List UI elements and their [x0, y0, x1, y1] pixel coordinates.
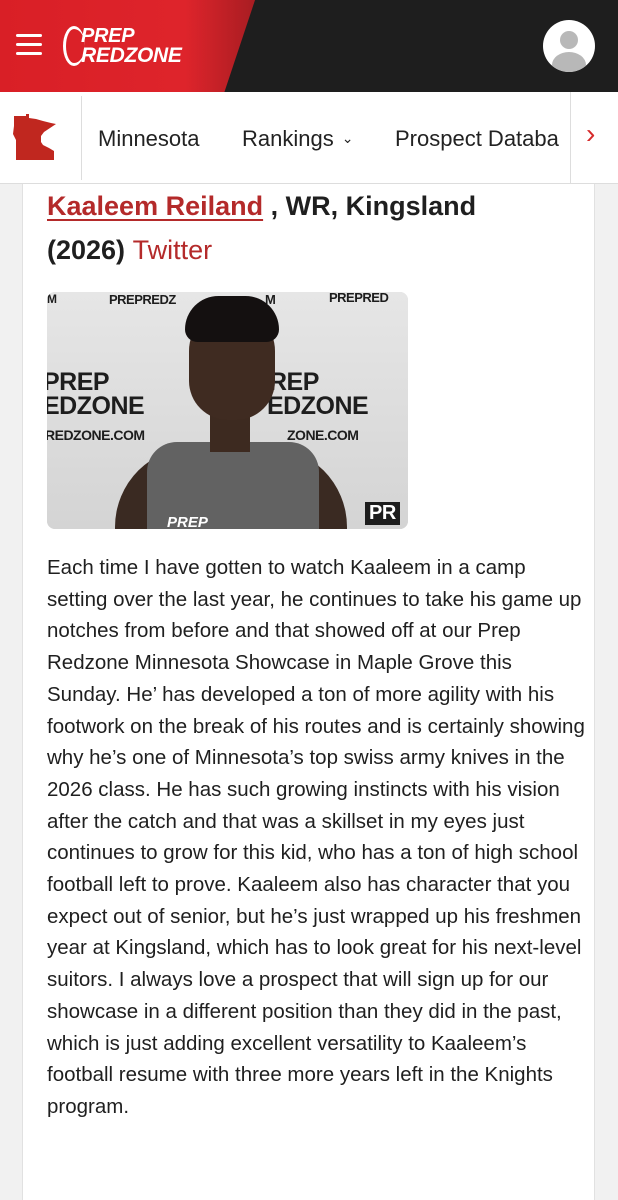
position-school: , WR, Kingsland	[263, 191, 477, 221]
state-subnav: Minnesota Rankings ⌄ Prospect Databa ›	[0, 92, 618, 184]
chevron-down-icon: ⌄	[341, 130, 354, 146]
menu-icon[interactable]	[16, 34, 42, 56]
tab-rankings[interactable]: Rankings ⌄	[242, 126, 353, 152]
tab-minnesota[interactable]: Minnesota	[98, 126, 200, 152]
article-body: Each time I have gotten to watch Kaaleem…	[47, 556, 585, 1118]
article-card: Kaaleem Reiland , WR, Kingsland (2026) T…	[22, 184, 595, 1200]
logo-line1: PREP	[81, 25, 135, 47]
top-header: PREP REDZONE	[0, 0, 618, 92]
user-avatar-icon[interactable]	[543, 20, 595, 72]
tab-prospect-database[interactable]: Prospect Databa	[395, 126, 570, 152]
player-name-link[interactable]: Kaaleem Reiland	[47, 191, 263, 221]
twitter-link[interactable]: Twitter	[133, 235, 213, 265]
tab-rankings-label: Rankings	[242, 126, 334, 151]
prep-redzone-logo[interactable]: PREP REDZONE	[63, 23, 182, 69]
logo-line2: REDZONE	[81, 44, 182, 67]
minnesota-state-icon[interactable]	[10, 114, 58, 162]
article-headline: Kaaleem Reiland , WR, Kingsland (2026) T…	[47, 184, 577, 272]
chevron-right-icon[interactable]: ›	[586, 118, 595, 150]
player-photo: M PREPREDZ M PREPRED PREP EDZONE REDZONE…	[47, 292, 408, 529]
class-year: (2026)	[47, 235, 126, 265]
football-icon	[63, 26, 85, 66]
